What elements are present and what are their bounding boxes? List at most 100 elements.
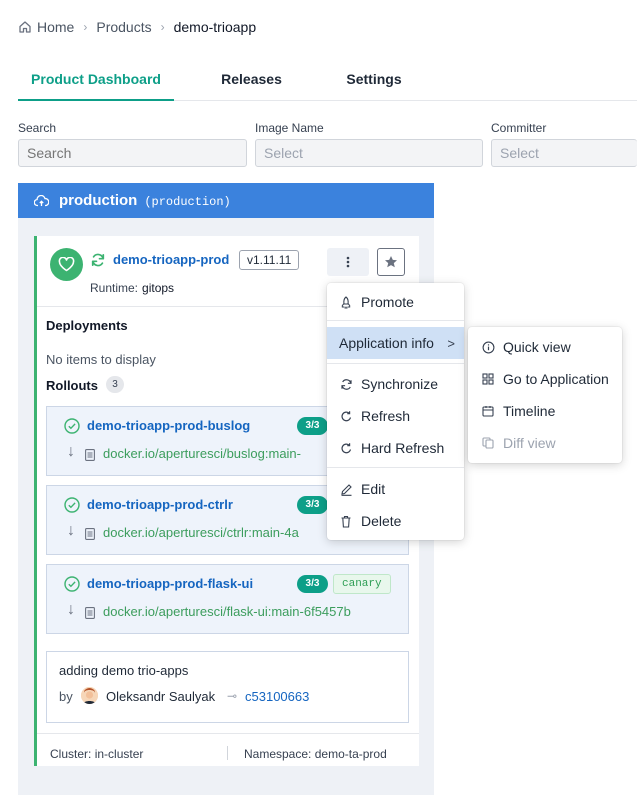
commit-sha-link[interactable]: c53100663 <box>245 689 309 704</box>
rollouts-count-badge: 3 <box>106 376 124 393</box>
rollout-name-link[interactable]: demo-trioapp-prod-buslog <box>87 418 250 433</box>
menu-item-label: Timeline <box>503 403 556 419</box>
search-label: Search <box>18 121 57 135</box>
menu-item-label: Promote <box>361 294 414 310</box>
chevron-right-icon: > <box>447 335 455 351</box>
deployments-heading: Deployments <box>46 318 128 333</box>
menu-item-application-info[interactable]: Application info > <box>327 327 464 359</box>
rollout-name-link[interactable]: demo-trioapp-prod-ctrlr <box>87 497 233 512</box>
version-badge: v1.11.11 <box>239 250 300 270</box>
hard-refresh-icon <box>339 441 353 455</box>
replica-ratio-badge: 3/3 <box>297 496 328 514</box>
replica-ratio-badge: 3/3 <box>297 417 328 435</box>
menu-item-delete[interactable]: Delete <box>327 505 464 537</box>
menu-item-label: Edit <box>361 481 386 497</box>
environment-name: production <box>59 192 138 209</box>
arrow-down-icon: ↓ <box>67 522 75 539</box>
replica-ratio-badge: 3/3 <box>297 575 328 593</box>
commit-by-label: by <box>59 689 73 704</box>
application-name-link[interactable]: demo-trioapp-prod <box>113 252 229 267</box>
refresh-icon <box>339 409 353 423</box>
star-icon <box>385 256 397 268</box>
menu-divider <box>327 320 464 321</box>
info-icon <box>481 340 495 354</box>
canary-strategy-badge: canary <box>333 574 391 594</box>
menu-item-label: Synchronize <box>361 376 439 392</box>
menu-item-label: Go to Application <box>503 371 609 387</box>
submenu-item-diff-view[interactable]: Diff view <box>468 427 622 459</box>
committer-label: Committer <box>491 121 547 135</box>
environment-subtitle: (production) <box>144 194 231 209</box>
tab-bar: Product Dashboard Releases Settings <box>18 66 637 101</box>
application-info-submenu: Quick view Go to Application Timeline Di… <box>468 327 622 463</box>
breadcrumb-current: demo-trioapp <box>173 19 257 35</box>
card-footer: Cluster: in-cluster Namespace: demo-ta-p… <box>37 733 419 766</box>
rollouts-heading: Rollouts <box>46 378 98 393</box>
namespace-info: Namespace: demo-ta-prod <box>244 747 387 761</box>
grid-icon <box>481 372 495 386</box>
check-circle-icon <box>64 418 80 439</box>
runtime-label: Runtime: <box>90 281 139 295</box>
home-icon[interactable] <box>18 20 32 34</box>
submenu-item-go-to-application[interactable]: Go to Application <box>468 363 622 395</box>
cluster-info: Cluster: in-cluster <box>50 747 143 761</box>
arrow-down-icon: ↓ <box>67 443 75 460</box>
favorite-button[interactable] <box>377 248 405 276</box>
image-name-select[interactable]: Select <box>255 139 483 167</box>
cluster-label: Cluster: <box>50 747 92 761</box>
commit-info: adding demo trio-apps by Oleksandr Sauly… <box>46 651 409 723</box>
commit-arrow-icon: ⊸ <box>227 689 238 703</box>
submenu-item-timeline[interactable]: Timeline <box>468 395 622 427</box>
menu-item-label: Delete <box>361 513 402 529</box>
menu-item-label: Hard Refresh <box>361 440 445 456</box>
menu-item-promote[interactable]: Promote <box>327 286 464 318</box>
check-circle-icon <box>64 576 80 597</box>
deployments-empty-text: No items to display <box>46 352 156 367</box>
rollout-image: docker.io/aperturesci/flask-ui:main-6f54… <box>103 604 351 619</box>
sync-icon <box>339 377 353 391</box>
rollout-image: docker.io/aperturesci/buslog:main- <box>103 446 301 461</box>
breadcrumb-products[interactable]: Products <box>96 19 151 35</box>
avatar <box>81 687 98 704</box>
search-input[interactable] <box>18 139 247 167</box>
breadcrumb: Home › Products › demo-trioapp <box>18 18 256 36</box>
tab-releases[interactable]: Releases <box>214 66 289 101</box>
heart-icon <box>50 248 83 281</box>
vertical-dots-icon <box>346 256 350 268</box>
diff-icon <box>481 436 495 450</box>
tab-settings[interactable]: Settings <box>338 66 410 101</box>
rollout-image: docker.io/aperturesci/ctrlr:main-4a <box>103 525 299 540</box>
menu-item-synchronize[interactable]: Synchronize <box>327 368 464 400</box>
runtime-value: gitops <box>142 281 175 295</box>
breadcrumb-separator-icon: › <box>83 20 88 34</box>
tab-product-dashboard[interactable]: Product Dashboard <box>18 66 174 101</box>
runtime-info: Runtime: gitops <box>90 281 174 295</box>
actions-menu: Promote Application info > Synchronize R… <box>327 283 464 540</box>
commit-message: adding demo trio-apps <box>59 663 189 678</box>
file-icon <box>85 448 95 466</box>
committer-select[interactable]: Select <box>491 139 637 167</box>
environment-header: production (production) <box>18 183 434 218</box>
menu-item-label: Quick view <box>503 339 571 355</box>
file-icon <box>85 606 95 624</box>
menu-item-hard-refresh[interactable]: Hard Refresh <box>327 432 464 464</box>
menu-item-label: Refresh <box>361 408 411 424</box>
menu-item-label: Application info <box>339 335 434 351</box>
rollout-name-link[interactable]: demo-trioapp-prod-flask-ui <box>87 576 253 591</box>
breadcrumb-home[interactable]: Home <box>37 19 74 35</box>
menu-item-label: Diff view <box>503 435 556 451</box>
image-name-label: Image Name <box>255 121 324 135</box>
namespace-value: demo-ta-prod <box>314 747 387 761</box>
pencil-icon <box>339 482 353 496</box>
commit-author: Oleksandr Saulyak <box>106 689 216 704</box>
menu-divider <box>327 467 464 468</box>
breadcrumb-separator-icon: › <box>160 20 165 34</box>
submenu-item-quick-view[interactable]: Quick view <box>468 331 622 363</box>
rollout-item: demo-trioapp-prod-flask-ui 3/3 canary ↓ … <box>46 564 409 634</box>
menu-item-edit[interactable]: Edit <box>327 473 464 505</box>
more-actions-button[interactable] <box>327 248 369 276</box>
sync-icon <box>90 252 106 273</box>
menu-item-refresh[interactable]: Refresh <box>327 400 464 432</box>
rocket-icon <box>339 295 353 309</box>
arrow-down-icon: ↓ <box>67 601 75 618</box>
